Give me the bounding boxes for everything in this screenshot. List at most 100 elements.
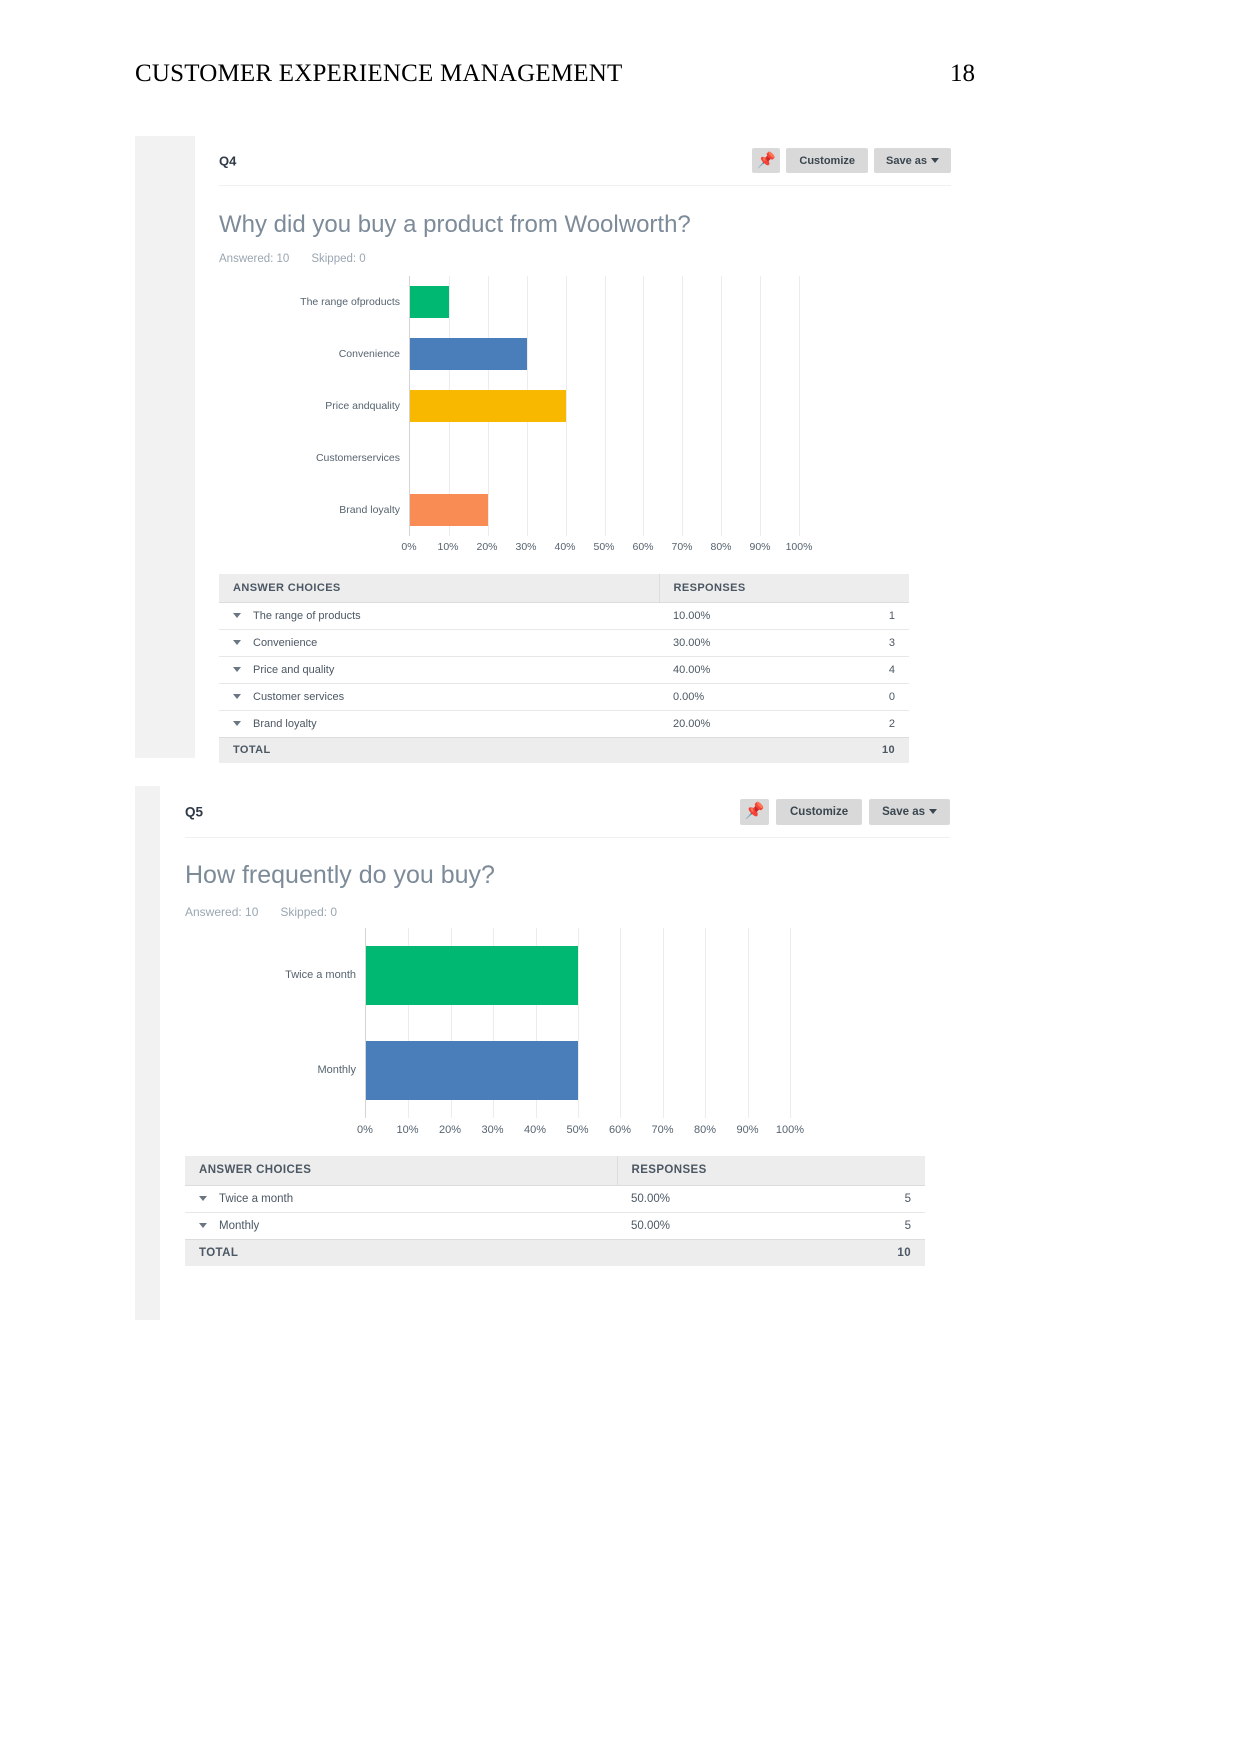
chart-q5-plot [365,928,791,1118]
chart-q4-plot [409,276,800,536]
chart-q4: The range of products Convenience Price and… [219,276,951,553]
table-row: Brand loyalty 20.00% 2 [219,710,909,737]
chevron-down-icon[interactable] [233,721,241,727]
save-as-button[interactable]: Save as [874,148,951,173]
total-label: TOTAL [185,1238,617,1266]
response-percent: 20.00% [673,717,711,730]
chart-category-label: Convenience [338,347,400,360]
table-row: Convenience 30.00% 3 [219,629,909,656]
chart-bar[interactable] [410,493,488,527]
cell-answer-choice: Convenience [219,629,659,656]
chart-category-label: Monthly [317,1063,356,1076]
chart-x-tick-label: 30% [515,541,537,553]
question-title-q5: How frequently do you buy? [185,861,495,889]
card-toolbar-q5: Q5 📌 Customize Save as [185,786,950,838]
survey-card-q5-panel: Q5 📌 Customize Save as How frequently do… [160,786,975,1320]
cell-response-percent: 0.00% 0 [659,683,909,710]
table-body-q4: The range of products 10.00% 1 Convenience 3… [219,602,909,737]
survey-card-q4: Q4 📌 Customize Save as Why did you buy a… [135,136,975,763]
table-header-row: ANSWER CHOICES RESPONSES [219,574,909,603]
table-row: Price and quality 40.00% 4 [219,656,909,683]
chart-x-tick-label: 20% [438,1124,462,1136]
table-row: The range of products 10.00% 1 [219,602,909,629]
response-count: 5 [904,1192,911,1205]
chart-x-tick-label: 10% [437,541,459,553]
response-percent: 10.00% [673,609,711,622]
question-title-q4: Why did you buy a product from Woolworth… [219,211,691,238]
cell-response-percent: 20.00% 2 [659,710,909,737]
table-header-row: ANSWER CHOICES RESPONSES [185,1156,925,1186]
chart-gridline [790,928,791,1118]
total-label: TOTAL [219,736,659,763]
chart-category-label: The range of products [300,295,400,308]
answer-choice-label: Brand loyalty [253,717,317,730]
cell-answer-choice: Price and quality [219,656,659,683]
chart-category-label: Customer services [315,451,400,464]
chart-bar[interactable] [410,337,527,371]
customize-button[interactable]: Customize [775,798,863,825]
table-total-row: TOTAL 10 [219,736,909,763]
response-count: 4 [888,663,895,676]
skipped-count: Skipped: 0 [280,905,338,919]
chevron-down-icon[interactable] [233,667,241,673]
column-answer-choices[interactable]: ANSWER CHOICES [185,1156,617,1186]
save-as-button-label: Save as [882,805,925,818]
page-title: CUSTOMER EXPERIENCE MANAGEMENT [135,60,623,87]
chart-bar[interactable] [410,285,449,319]
response-count: 3 [888,636,895,649]
results-table-q5: ANSWER CHOICES RESPONSES Twice a month 50… [185,1156,925,1266]
chart-q5-category-labels: Twice a month Monthly [185,928,365,1118]
chart-x-tick-label: 100% [785,541,813,553]
response-count: 5 [904,1219,911,1232]
cell-response-percent: 30.00% 3 [659,629,909,656]
column-answer-choices[interactable]: ANSWER CHOICES [219,574,659,603]
chart-bar[interactable] [410,389,566,423]
chart-x-tick-label: 90% [736,1124,759,1136]
cell-answer-choice: The range of products [219,602,659,629]
cell-response-percent: 50.00% 5 [617,1185,925,1212]
cell-response-percent: 10.00% 1 [659,602,909,629]
survey-card-q5: Q5 📌 Customize Save as How frequently do… [135,786,975,1320]
chart-bar-row [410,328,799,380]
chart-bar-row [410,380,799,432]
cell-answer-choice: Twice a month [185,1185,617,1212]
chart-x-tick-label: 80% [710,541,732,553]
save-as-button[interactable]: Save as [869,798,950,825]
chevron-down-icon [929,809,937,814]
answer-choice-label: Monthly [219,1219,260,1232]
pushpin-icon[interactable]: 📌 [739,798,769,825]
chevron-down-icon[interactable] [233,613,241,619]
chevron-down-icon[interactable] [233,694,241,700]
cell-response-percent: 50.00% 5 [617,1212,925,1239]
chart-q4-category-labels: The range of products Convenience Price and… [219,276,409,536]
chart-x-tick-label: 60% [608,1124,632,1136]
table-row: Customer services 0.00% 0 [219,683,909,710]
chart-bar-row [410,432,799,484]
chevron-down-icon[interactable] [233,640,241,646]
question-number-q5: Q5 [185,804,204,819]
chart-bar-row [410,484,799,536]
chart-bar[interactable] [366,1041,578,1100]
chart-x-tick-label: 40% [523,1124,547,1136]
chart-x-tick-label: 10% [396,1124,419,1136]
cell-answer-choice: Brand loyalty [219,710,659,737]
customize-button[interactable]: Customize [786,148,869,173]
response-percent: 30.00% [673,636,711,649]
column-responses[interactable]: RESPONSES [616,1156,925,1186]
chart-bar-row [410,276,799,328]
chart-x-tick-label: 20% [476,541,498,553]
cell-answer-choice: Monthly [185,1212,617,1239]
chart-bar[interactable] [366,946,578,1005]
response-percent: 40.00% [673,663,711,676]
customize-button-label: Customize [799,154,856,167]
chart-x-tick-label: 70% [671,541,693,553]
column-responses[interactable]: RESPONSES [658,574,909,603]
chevron-down-icon[interactable] [199,1195,207,1201]
chevron-down-icon[interactable] [199,1222,207,1228]
table-total-row: TOTAL 10 [185,1238,925,1266]
pushpin-icon[interactable]: 📌 [752,148,781,173]
answer-choice-label: The range of products [253,609,361,622]
chart-q4-x-axis: 0% 10% 20% 30% 40% 50% 60% 70% 80% 90% 100% [401,541,812,557]
answer-choice-label: Price and quality [253,663,335,676]
table-body-q5: Twice a month 50.00% 5 Monthly 50.00% 5 [185,1185,925,1239]
